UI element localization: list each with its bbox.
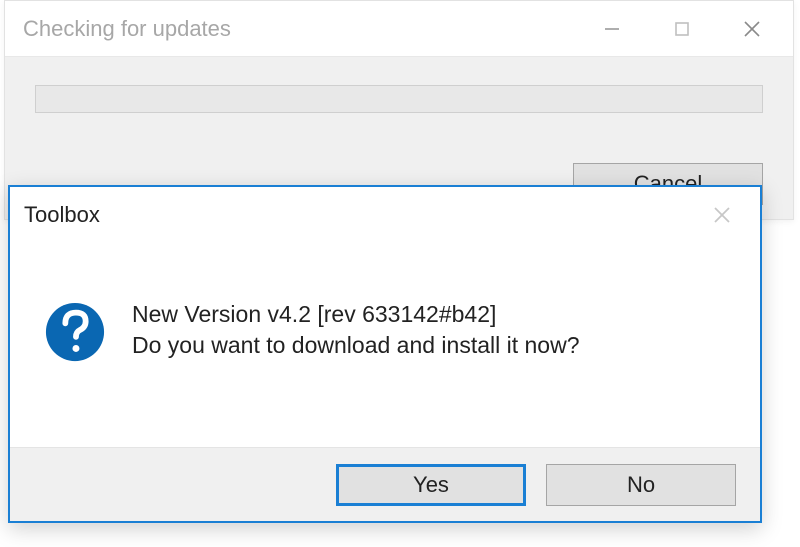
window-controls [577,5,787,53]
dialog-close-button[interactable] [690,191,754,239]
toolbox-title: Toolbox [24,202,690,228]
message-line-1: New Version v4.2 [rev 633142#b42] [132,299,580,330]
toolbox-dialog: Toolbox New Version v4.2 [rev 633142#b42… [8,185,762,523]
progress-bar [35,85,763,113]
yes-button-label: Yes [413,472,449,498]
maximize-icon [673,20,691,38]
updates-titlebar: Checking for updates [5,1,793,57]
question-icon [44,301,106,363]
close-button[interactable] [717,5,787,53]
close-icon [742,19,762,39]
close-icon [711,204,733,226]
maximize-button[interactable] [647,5,717,53]
minimize-button[interactable] [577,5,647,53]
no-button[interactable]: No [546,464,736,506]
no-button-label: No [627,472,655,498]
yes-button[interactable]: Yes [336,464,526,506]
dialog-message: New Version v4.2 [rev 633142#b42] Do you… [132,299,580,361]
dialog-button-bar: Yes No [10,447,760,521]
updates-window-title: Checking for updates [23,16,577,42]
toolbox-titlebar: Toolbox [10,187,760,243]
dialog-body: New Version v4.2 [rev 633142#b42] Do you… [10,243,760,383]
message-line-2: Do you want to download and install it n… [132,330,580,361]
minimize-icon [603,20,621,38]
